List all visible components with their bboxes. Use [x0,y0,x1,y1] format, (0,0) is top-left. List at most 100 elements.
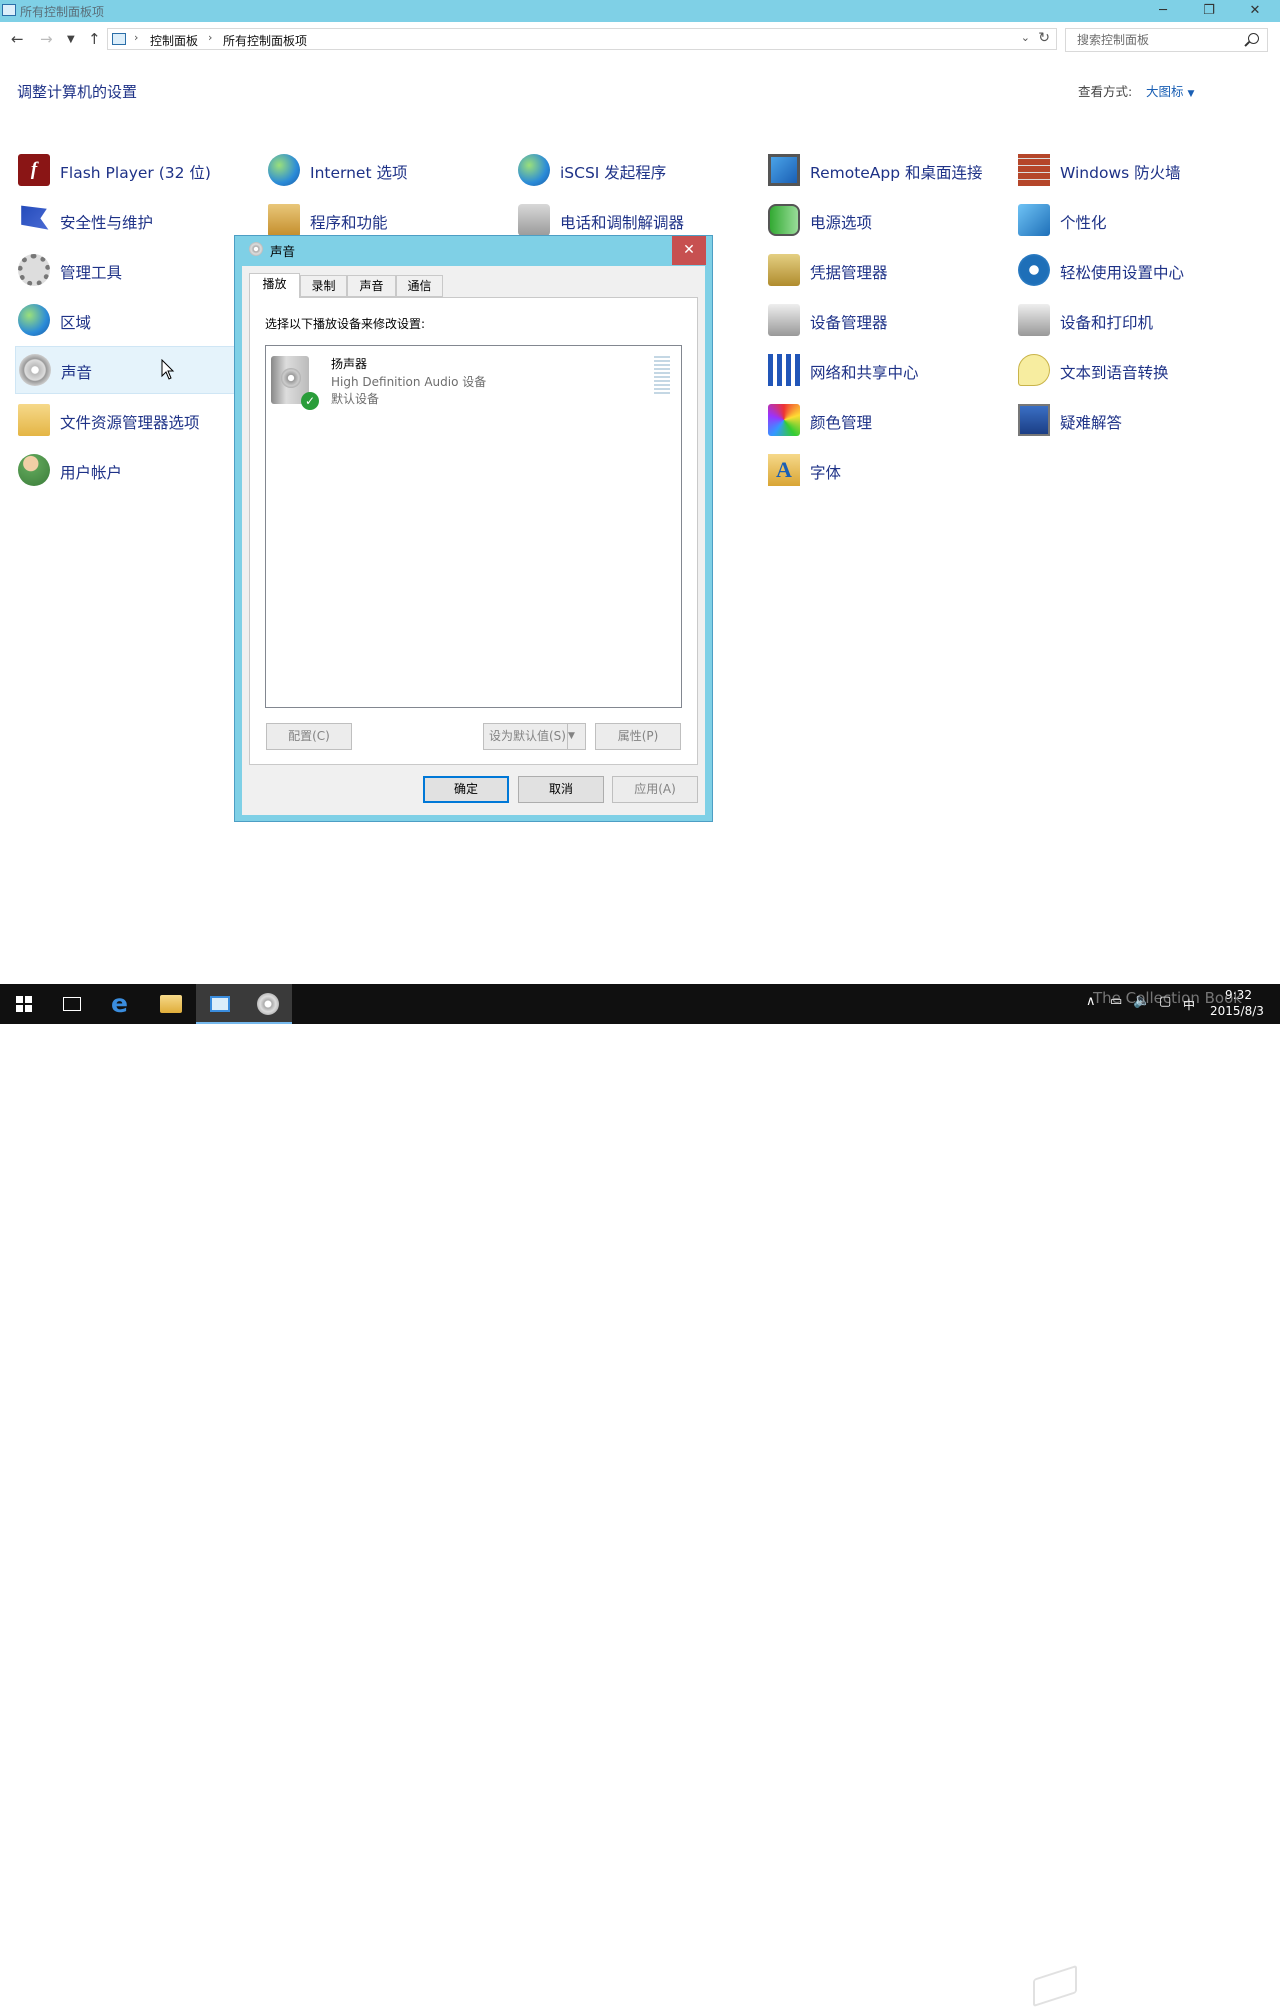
cp-item-label: Windows 防火墙 [1060,164,1181,182]
taskbar-control-panel-button[interactable] [196,984,244,1024]
cp-item-security-maintenance[interactable]: 安全性与维护 [15,197,253,243]
breadcrumb-chevron-icon[interactable]: › [134,31,138,44]
credential-icon [768,254,800,286]
cp-item-sound[interactable]: 声音 [15,346,253,394]
ok-button[interactable]: 确定 [423,776,509,803]
cp-item-label: 电源选项 [810,214,873,232]
cp-item-remoteapp[interactable]: RemoteApp 和桌面连接 [765,147,1003,193]
cp-item-devices-printers[interactable]: 设备和打印机 [1015,297,1253,343]
cp-item-device-manager[interactable]: 设备管理器 [765,297,1003,343]
device-manager-icon [768,304,800,336]
list-item[interactable]: ✓ 扬声器 High Definition Audio 设备 默认设备 [266,346,681,412]
cp-item-label: 颜色管理 [810,414,873,432]
tab-sounds[interactable]: 声音 [347,275,396,297]
firewall-icon [1018,154,1050,186]
users-icon [18,454,50,486]
edge-icon: e [111,989,128,1018]
device-list[interactable]: ✓ 扬声器 High Definition Audio 设备 默认设备 [265,345,682,708]
cp-item-label: 网络和共享中心 [810,364,919,382]
personalization-icon [1018,204,1050,236]
internet-options-icon [268,154,300,186]
forward-arrow-icon[interactable]: → [40,30,53,48]
set-default-button[interactable]: 设为默认值(S) ▼ [483,723,586,750]
dialog-title: 声音 [270,244,296,259]
breadcrumb-control-panel[interactable]: 控制面板 [150,32,198,49]
address-bar[interactable]: › 控制面板 › 所有控制面板项 ⌄ ↻ [107,28,1057,50]
cp-item-label: 安全性与维护 [60,214,154,232]
tab-playback[interactable]: 播放 [249,273,300,298]
cp-item-flash-player[interactable]: f Flash Player (32 位) [15,147,253,193]
tab-communications[interactable]: 通信 [396,275,443,297]
cp-item-label: 声音 [61,364,93,382]
cp-item-label: 管理工具 [60,264,123,282]
view-by-dropdown[interactable]: 大图标 ▼ [1146,81,1194,100]
control-panel-icon [210,996,230,1012]
cp-item-label: 轻松使用设置中心 [1060,264,1185,282]
search-box[interactable] [1065,28,1268,52]
taskbar-explorer-button[interactable] [147,984,195,1024]
refresh-icon[interactable]: ↻ [1038,30,1050,46]
recent-locations-chevron-icon[interactable]: ▼ [67,34,75,45]
cp-item-network-sharing[interactable]: 网络和共享中心 [765,347,1003,393]
cp-item-text-to-speech[interactable]: 文本到语音转换 [1015,347,1253,393]
apply-button[interactable]: 应用(A) [612,776,698,803]
close-button[interactable]: ✕ [1232,0,1278,22]
cp-item-color-management[interactable]: 颜色管理 [765,397,1003,443]
flash-icon: f [18,154,50,186]
cp-item-label: 字体 [810,464,842,482]
back-arrow-icon[interactable]: ← [11,30,24,48]
cp-item-ease-of-access[interactable]: 轻松使用设置中心 [1015,247,1253,293]
control-panel-icon [2,4,16,16]
taskbar: e ∧ ▭ 🔈 ▢ 中 9:32 2015/8/3 [0,984,1280,2007]
default-device-check-icon: ✓ [301,392,319,410]
dropdown-arrow-icon: ▼ [1187,89,1195,99]
start-button[interactable] [0,984,48,1024]
restore-button[interactable]: ❐ [1186,0,1232,22]
taskbar-edge-button[interactable]: e [98,984,146,1024]
cp-item-file-explorer-options[interactable]: 文件资源管理器选项 [15,397,253,443]
device-status: 默认设备 [331,392,380,406]
cp-item-internet-options[interactable]: Internet 选项 [265,147,503,193]
windows-logo-icon [16,996,32,1012]
search-input[interactable] [1075,32,1239,48]
file-explorer-icon [160,995,182,1013]
up-arrow-icon[interactable]: ↑ [88,30,101,48]
dropdown-arrow-icon[interactable]: ▼ [567,724,585,749]
address-dropdown-icon[interactable]: ⌄ [1021,31,1030,44]
flag-icon [21,205,49,230]
task-view-icon [63,997,81,1011]
cp-item-iscsi[interactable]: iSCSI 发起程序 [515,147,753,193]
cp-item-power-options[interactable]: 电源选项 [765,197,1003,243]
minimize-button[interactable]: ─ [1140,0,1186,22]
properties-button[interactable]: 属性(P) [595,723,681,750]
cp-item-label: 区域 [60,314,92,332]
cp-item-user-accounts[interactable]: 用户帐户 [15,447,253,493]
breadcrumb-chevron-icon[interactable]: › [208,31,212,44]
phone-modem-icon [518,204,550,236]
taskbar-sound-button[interactable] [244,984,292,1024]
configure-button[interactable]: 配置(C) [266,723,352,750]
breadcrumb-all-items[interactable]: 所有控制面板项 [223,32,307,49]
cancel-button[interactable]: 取消 [518,776,604,803]
cp-item-region[interactable]: 区域 [15,297,253,343]
cp-item-credential-manager[interactable]: 凭据管理器 [765,247,1003,293]
fonts-icon: A [768,454,800,486]
cp-item-fonts[interactable]: A 字体 [765,447,1003,493]
cp-item-troubleshooting[interactable]: 疑难解答 [1015,397,1253,443]
cp-item-firewall[interactable]: Windows 防火墙 [1015,147,1253,193]
tab-recording[interactable]: 录制 [300,275,347,297]
cp-item-label: Flash Player (32 位) [60,164,211,182]
watermark-book-icon [1033,1964,1077,2007]
control-panel-icon [112,33,126,45]
speech-icon [1018,354,1050,386]
cp-item-label: 文本到语音转换 [1060,364,1169,382]
device-name: 扬声器 [331,357,368,371]
search-icon[interactable] [1248,33,1259,44]
task-view-button[interactable] [48,984,96,1024]
cp-item-admin-tools[interactable]: 管理工具 [15,247,253,293]
dialog-close-button[interactable]: ✕ [672,236,706,265]
cp-item-personalization[interactable]: 个性化 [1015,197,1253,243]
watermark-text: The Collection Book [1093,989,1242,1007]
window-title: 所有控制面板项 [20,5,105,19]
speaker-icon [249,242,263,256]
